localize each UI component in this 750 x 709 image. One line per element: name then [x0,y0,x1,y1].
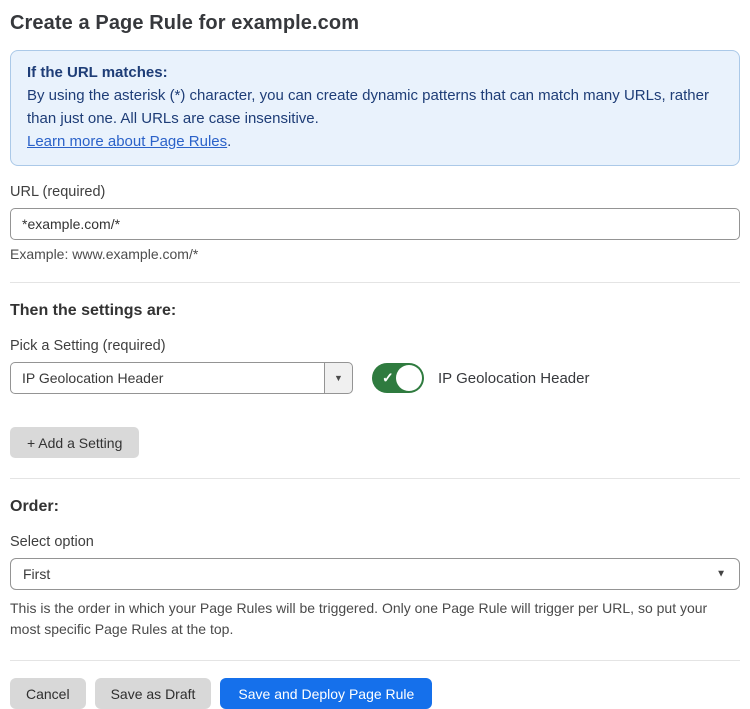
url-input[interactable] [10,208,740,240]
add-setting-button[interactable]: + Add a Setting [10,427,139,458]
ip-geolocation-toggle[interactable]: ✓ [372,363,424,393]
order-help-text: This is the order in which your Page Rul… [10,598,740,640]
create-page-rule-form: Create a Page Rule for example.com If th… [0,12,750,709]
settings-section-heading: Then the settings are: [10,302,740,320]
section-divider [10,282,740,283]
url-example-hint: Example: www.example.com/* [10,246,740,262]
pick-setting-label: Pick a Setting (required) [10,338,740,354]
setting-select-caret-button[interactable]: ▼ [324,362,353,394]
footer-actions: Cancel Save as Draft Save and Deploy Pag… [10,678,740,709]
order-select-label: Select option [10,534,740,550]
save-draft-button[interactable]: Save as Draft [95,678,212,709]
order-section-heading: Order: [10,498,740,516]
learn-more-link[interactable]: Learn more about Page Rules [27,133,227,150]
url-match-info-box: If the URL matches: By using the asteris… [10,50,740,166]
page-title: Create a Page Rule for example.com [10,12,740,35]
footer-divider [10,660,740,661]
toggle-knob [396,365,422,391]
info-box-body: By using the asterisk (*) character, you… [27,84,723,130]
chevron-down-icon: ▼ [716,569,726,580]
info-box-heading: If the URL matches: [27,61,723,84]
section-divider [10,478,740,479]
chevron-down-icon: ▼ [334,373,343,383]
setting-select-value[interactable]: IP Geolocation Header [10,362,324,394]
order-select-value: First [23,566,50,582]
setting-row: IP Geolocation Header ▼ ✓ IP Geolocation… [10,362,740,394]
url-field-label: URL (required) [10,184,740,200]
order-select[interactable]: First ▼ [10,558,740,590]
toggle-label: IP Geolocation Header [438,370,590,387]
link-suffix: . [227,133,231,150]
save-deploy-button[interactable]: Save and Deploy Page Rule [220,678,432,709]
check-icon: ✓ [382,370,394,387]
cancel-button[interactable]: Cancel [10,678,86,709]
setting-select[interactable]: IP Geolocation Header ▼ [10,362,353,394]
info-box-link-row: Learn more about Page Rules. [27,130,723,153]
